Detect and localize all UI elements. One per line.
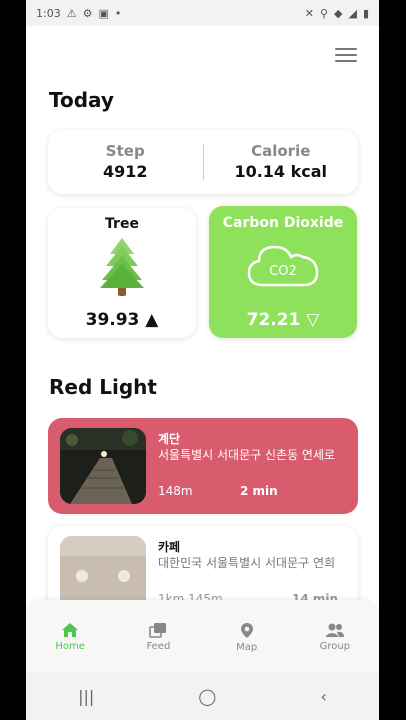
home-icon [62, 623, 79, 637]
tree-label: Tree [105, 216, 139, 232]
co2-card[interactable]: Carbon Dioxide CO2 72.21 ▽ [209, 206, 357, 338]
nav-map[interactable]: Map [203, 600, 291, 672]
notification-icon: ⚠ [66, 6, 77, 20]
nav-group[interactable]: Group [291, 600, 379, 672]
step-value: 4912 [102, 162, 148, 181]
dot-icon: • [114, 6, 122, 20]
place-thumbnail [60, 428, 146, 504]
co2-label: Carbon Dioxide [222, 215, 344, 231]
tree-card[interactable]: Tree 39.93 ▲ [48, 208, 196, 338]
system-nav-bar: ||| ◯ ‹ [26, 672, 379, 720]
place-name: 카페 [158, 540, 181, 554]
menu-button[interactable] [335, 48, 357, 64]
app-screen: 1:03 ⚠ ⚙ ▣ • ✕ ⚲ ◆ ◢ ▮ Today Step 4912 C… [26, 0, 379, 720]
location-icon: ⚲ [319, 6, 328, 20]
back-icon[interactable]: ‹ [321, 687, 327, 706]
place-address: 대한민국 서울특별시 서대문구 연희 [158, 556, 336, 570]
place-address: 서울특별시 서대문구 신촌동 연세로 [158, 448, 336, 462]
nav-home-label: Home [55, 641, 85, 652]
battery-icon: ▮ [362, 6, 369, 20]
recents-icon[interactable]: ||| [78, 687, 94, 706]
settings-icon: ⚙ [82, 6, 93, 20]
today-title: Today [49, 88, 114, 112]
place-distance: 148m [158, 484, 193, 498]
status-time: 1:03 [36, 6, 61, 20]
video-icon: ▣ [98, 6, 109, 20]
mute-icon: ✕ [304, 6, 314, 20]
nav-group-label: Group [319, 641, 351, 652]
home-circle-icon[interactable]: ◯ [198, 687, 216, 706]
nav-feed[interactable]: Feed [114, 600, 202, 672]
nav-map-label: Map [236, 642, 258, 653]
group-icon [325, 623, 344, 637]
tree-value: 39.93 ▲ [85, 310, 159, 330]
co2-value: 72.21 ▽ [246, 310, 320, 330]
calorie-value: 10.14 kcal [234, 162, 328, 181]
wifi-icon: ◆ [334, 6, 343, 20]
calorie-label: Calorie [251, 142, 311, 160]
red-light-title: Red Light [49, 375, 157, 399]
place-time: 2 min [240, 484, 278, 498]
nav-home[interactable]: Home [26, 600, 114, 672]
tree-icon [100, 238, 144, 296]
place-card[interactable]: 계단 서울특별시 서대문구 신촌동 연세로 148m 2 min [48, 418, 358, 514]
bottom-nav: Home Feed Map Group [26, 600, 379, 672]
step-label: Step [105, 142, 145, 160]
step-calorie-card: Step 4912 Calorie 10.14 kcal [48, 130, 358, 194]
map-pin-icon [240, 623, 253, 638]
status-bar: 1:03 ⚠ ⚙ ▣ • ✕ ⚲ ◆ ◢ ▮ [26, 0, 379, 26]
nav-feed-label: Feed [146, 641, 171, 652]
cloud-icon: CO2 [247, 245, 319, 287]
co2-icon-text: CO2 [269, 264, 297, 279]
signal-icon: ◢ [348, 6, 357, 20]
feed-icon [149, 623, 167, 638]
place-name: 계단 [158, 432, 181, 446]
